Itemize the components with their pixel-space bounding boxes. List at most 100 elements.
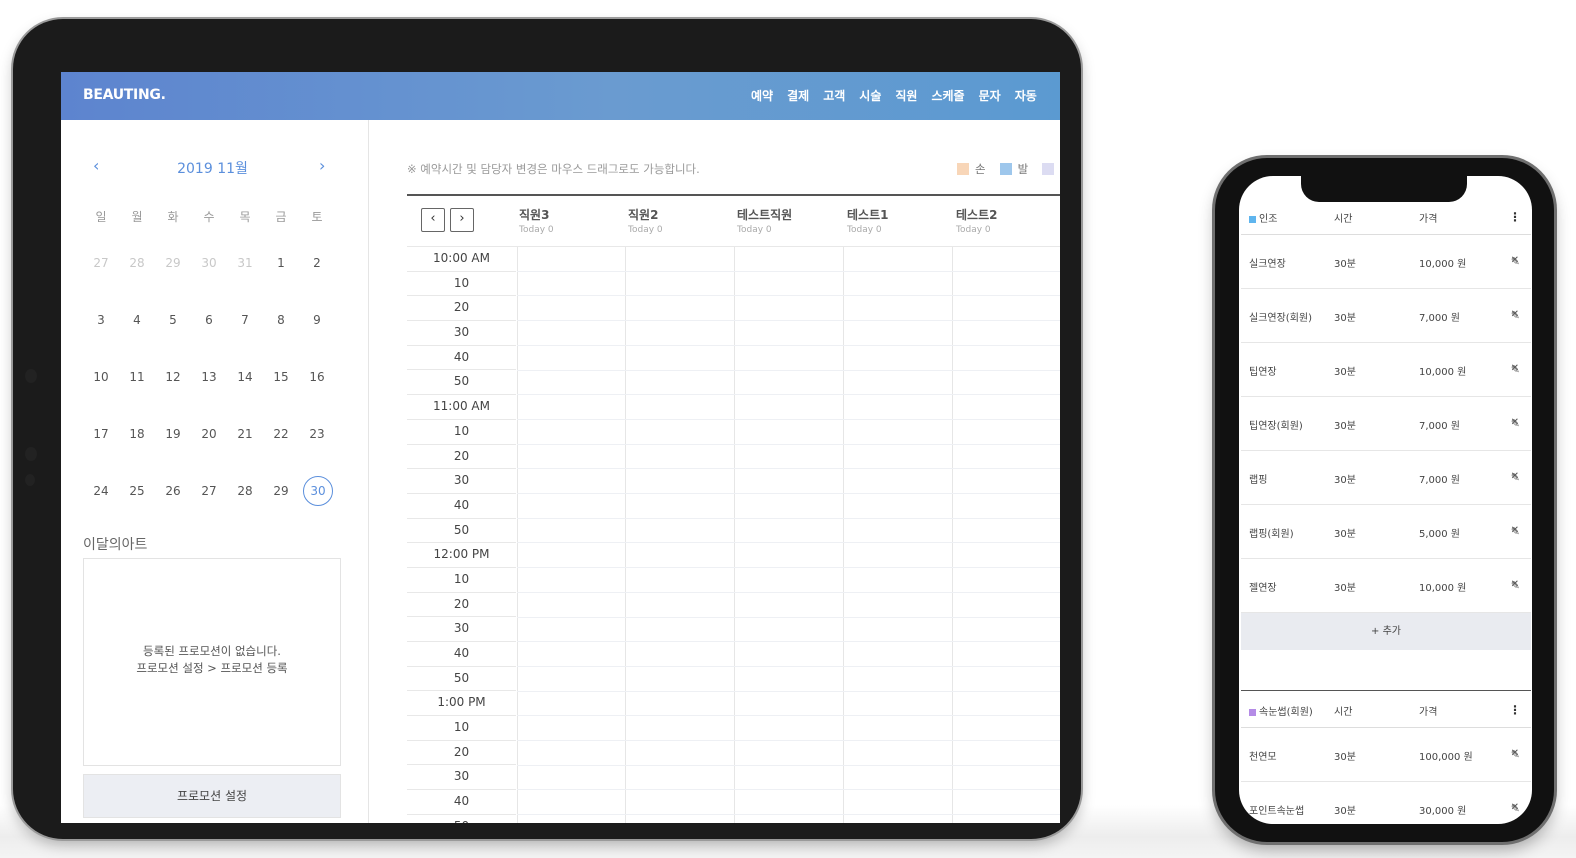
service-price: 5,000 원 xyxy=(1419,529,1461,540)
calendar-day[interactable]: 20 xyxy=(191,419,227,449)
more-options-icon[interactable]: ⋮ xyxy=(1509,703,1521,717)
prev-staff-button[interactable]: ‹ xyxy=(421,208,445,232)
nav-sms[interactable]: 문자 xyxy=(979,87,1001,104)
grid-row-line xyxy=(517,517,1060,519)
time-slot-label: 10 xyxy=(407,272,516,297)
calendar-day[interactable]: 28 xyxy=(227,476,263,506)
calendar-day[interactable]: 1 xyxy=(263,248,299,278)
time-slot-label: 50 xyxy=(407,519,516,544)
calendar-day[interactable]: 31 xyxy=(227,248,263,278)
staff-column-header[interactable]: 직원3 Today 0 xyxy=(519,206,554,235)
delete-icon[interactable]: ✕ xyxy=(1511,471,1519,482)
nav-staff[interactable]: 직원 xyxy=(895,87,917,104)
service-name: 팁연장(회원) xyxy=(1249,421,1303,432)
calendar-day[interactable]: 19 xyxy=(155,419,191,449)
calendar-day[interactable]: 29 xyxy=(155,248,191,278)
staff-column-header[interactable]: 테스트1 Today 0 xyxy=(847,206,888,235)
weekday-label: 목 xyxy=(239,210,251,224)
service-name: 포인트속눈썹 xyxy=(1249,806,1305,817)
service-name: 젤연장 xyxy=(1249,583,1277,594)
sidebar: ‹ 2019 11월 › 일 월 화 수 목 금 토 27 28 29 30 31 1 2 3 4 5 6 7 8 9 1… xyxy=(61,120,369,823)
calendar-day[interactable]: 8 xyxy=(263,305,299,335)
nav-reservation[interactable]: 예약 xyxy=(751,87,773,104)
calendar-day[interactable]: 14 xyxy=(227,362,263,392)
booking-grid[interactable] xyxy=(517,247,1060,823)
calendar-day[interactable]: 27 xyxy=(191,476,227,506)
nav-treatment[interactable]: 시술 xyxy=(859,87,881,104)
calendar-day[interactable]: 17 xyxy=(83,419,119,449)
calendar-day[interactable]: 2 xyxy=(299,248,335,278)
calendar-day[interactable]: 26 xyxy=(155,476,191,506)
promo-box: 등록된 프로모션이 없습니다. 프로모션 설정 > 프로모션 등록 xyxy=(83,558,341,766)
calendar-day[interactable]: 22 xyxy=(263,419,299,449)
delete-icon[interactable]: ✕ xyxy=(1511,802,1519,813)
staff-name: 테스트2 xyxy=(956,208,998,222)
delete-icon[interactable]: ✕ xyxy=(1511,525,1519,536)
staff-column-header[interactable]: 테스트직원 Today 0 xyxy=(737,206,792,235)
service-price: 7,000 원 xyxy=(1419,421,1461,432)
brand-logo: BEAUTING. xyxy=(83,87,166,103)
calendar-day[interactable]: 3 xyxy=(83,305,119,335)
calendar-day[interactable]: 4 xyxy=(119,305,155,335)
grid-row-line xyxy=(517,591,1060,593)
calendar-day[interactable]: 28 xyxy=(119,248,155,278)
staff-column-header[interactable]: 직원2 Today 0 xyxy=(628,206,663,235)
calendar-day[interactable]: 9 xyxy=(299,305,335,335)
promo-settings-button[interactable]: 프로모션 설정 xyxy=(83,774,341,818)
legend-swatch-foot xyxy=(999,163,1012,175)
calendar-day[interactable]: 5 xyxy=(155,305,191,335)
grid-row-line xyxy=(517,468,1060,470)
calendar-day[interactable]: 29 xyxy=(263,476,299,506)
time-slot-label: 20 xyxy=(407,296,516,322)
nav-auto[interactable]: 자동 xyxy=(1015,87,1037,104)
delete-icon[interactable]: ✕ xyxy=(1511,748,1519,759)
grid-row-line xyxy=(517,418,1060,420)
calendar-day[interactable]: 16 xyxy=(299,362,335,392)
delete-icon[interactable]: ✕ xyxy=(1511,309,1519,320)
main-nav: 예약 결제 고객 시술 직원 스케줄 문자 자동 xyxy=(751,87,1051,104)
nav-payment[interactable]: 결제 xyxy=(787,87,809,104)
calendar-day[interactable]: 11 xyxy=(119,362,155,392)
calendar-day[interactable]: 25 xyxy=(119,476,155,506)
calendar-day[interactable]: 12 xyxy=(155,362,191,392)
time-slot-label: 11:00 AM xyxy=(407,395,516,420)
nav-customer[interactable]: 고객 xyxy=(823,87,845,104)
calendar-day[interactable]: 6 xyxy=(191,305,227,335)
calendar-day[interactable]: 21 xyxy=(227,419,263,449)
more-options-icon[interactable]: ⋮ xyxy=(1509,210,1521,224)
calendar-day[interactable]: 18 xyxy=(119,419,155,449)
calendar-day[interactable]: 30 xyxy=(303,476,333,506)
calendar-day[interactable]: 23 xyxy=(299,419,335,449)
calendar-day[interactable]: 24 xyxy=(83,476,119,506)
grid-row-line xyxy=(517,789,1060,791)
add-service-button[interactable]: + 추가 xyxy=(1241,613,1531,650)
calendar-day[interactable]: 15 xyxy=(263,362,299,392)
staff-today-count: Today 0 xyxy=(628,225,663,235)
calendar-day[interactable]: 13 xyxy=(191,362,227,392)
grid-row-line xyxy=(517,493,1060,494)
service-time: 30분 xyxy=(1334,529,1356,540)
delete-icon[interactable]: ✕ xyxy=(1511,417,1519,428)
grid-row-line xyxy=(517,764,1060,766)
calendar-day[interactable]: 7 xyxy=(227,305,263,335)
delete-icon[interactable]: ✕ xyxy=(1511,579,1519,590)
next-month-icon[interactable]: › xyxy=(319,156,325,175)
service-time: 30분 xyxy=(1334,259,1356,270)
service-price: 10,000 원 xyxy=(1419,259,1467,270)
next-staff-button[interactable]: › xyxy=(450,208,474,232)
service-time: 30분 xyxy=(1334,752,1356,763)
calendar-day[interactable]: 30 xyxy=(191,248,227,278)
time-slot-label: 30 xyxy=(407,321,516,346)
top-navbar: BEAUTING. 예약 결제 고객 시술 직원 스케줄 문자 자동 xyxy=(61,72,1060,120)
grid-column-line xyxy=(625,247,626,823)
schedule-main: ※ 예약시간 및 담당자 변경은 마우스 드래그로도 가능합니다. 손 발 ‹ … xyxy=(369,120,1060,823)
service-price: 100,000 원 xyxy=(1419,752,1473,763)
delete-icon[interactable]: ✕ xyxy=(1511,363,1519,374)
calendar-day[interactable]: 27 xyxy=(83,248,119,278)
service-price: 10,000 원 xyxy=(1419,367,1467,378)
nav-schedule[interactable]: 스케줄 xyxy=(931,87,964,104)
staff-column-header[interactable]: 테스트2 Today 0 xyxy=(956,206,997,235)
delete-icon[interactable]: ✕ xyxy=(1511,255,1519,266)
calendar-day[interactable]: 10 xyxy=(83,362,119,392)
weekday-label: 수 xyxy=(203,210,215,224)
